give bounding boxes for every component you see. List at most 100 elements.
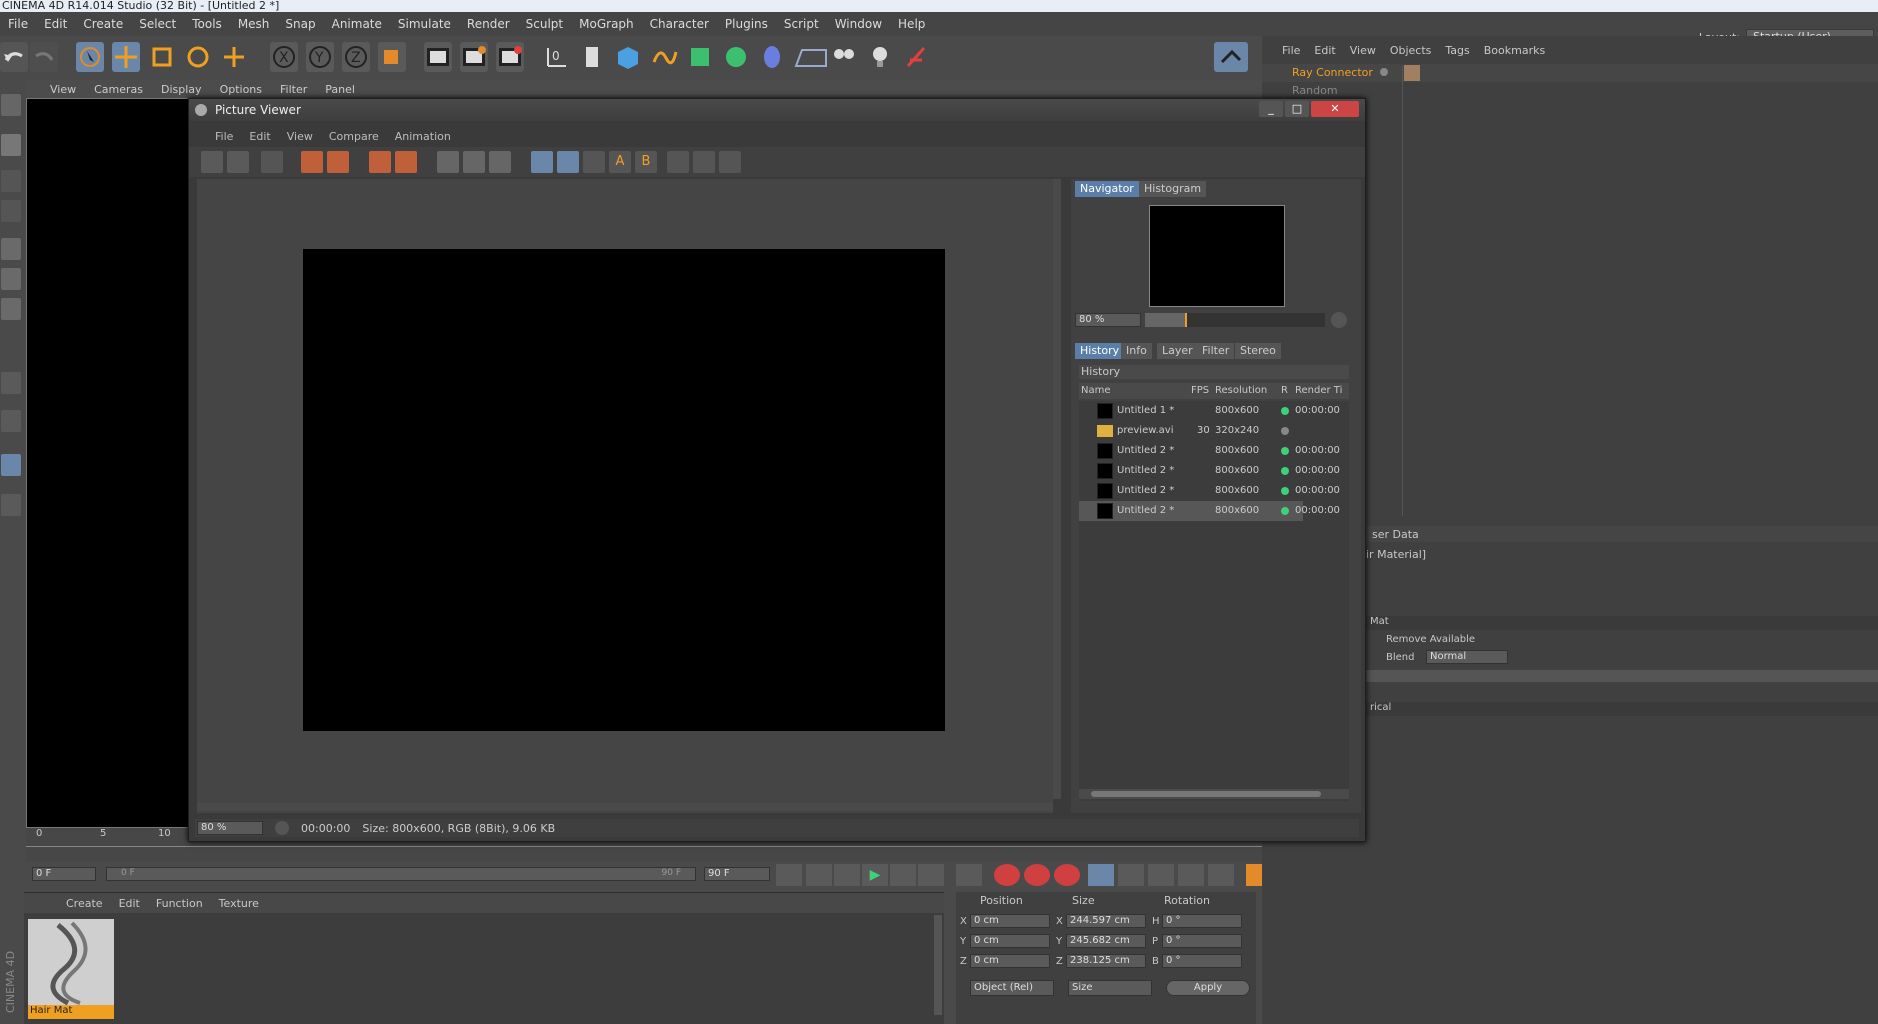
set-b-icon[interactable]: B <box>635 151 657 173</box>
add-tool-icon[interactable] <box>220 42 248 72</box>
navigator-arrow-icon[interactable] <box>1331 312 1347 328</box>
single-view-icon[interactable] <box>437 151 459 173</box>
copy-to-a-icon[interactable] <box>369 151 391 173</box>
coordinate-mode-dropdown[interactable]: Object (Rel) <box>970 980 1054 996</box>
axis-lock-icon[interactable] <box>1214 42 1248 72</box>
obj-menu-file[interactable]: File <box>1282 44 1300 57</box>
canvas-vertical-scrollbar[interactable] <box>1053 179 1061 799</box>
texture-mode-icon[interactable] <box>1 170 21 192</box>
pv-menu-edit[interactable]: Edit <box>249 130 270 143</box>
key-scale-icon[interactable] <box>1118 864 1144 886</box>
viewport-menu-view[interactable]: View <box>50 83 76 96</box>
record-icon[interactable] <box>994 864 1020 886</box>
y-axis-icon[interactable]: Y <box>306 42 334 72</box>
model-mode-icon[interactable] <box>1 134 21 156</box>
size-z-field[interactable]: 238.125 cm <box>1066 954 1146 968</box>
render-region-icon[interactable] <box>301 151 323 173</box>
status-zoom-arrow-icon[interactable] <box>275 821 289 835</box>
size-y-field[interactable]: 245.682 cm <box>1066 934 1146 948</box>
menu-animate[interactable]: Animate <box>324 17 390 31</box>
size-mode-dropdown[interactable]: Size <box>1068 980 1152 996</box>
fullscreen-icon[interactable] <box>531 151 553 173</box>
undo-icon[interactable] <box>0 42 28 72</box>
navigator-preview[interactable] <box>1149 205 1285 307</box>
hair-mat-label[interactable]: Hair Mat <box>28 1005 114 1019</box>
menu-simulate[interactable]: Simulate <box>390 17 459 31</box>
tab-navigator[interactable]: Navigator <box>1075 181 1139 197</box>
end-frame-field[interactable]: 90 F <box>704 867 770 881</box>
material-scrollbar[interactable] <box>934 915 942 1015</box>
live-selection-icon[interactable] <box>76 42 104 72</box>
position-x-field[interactable]: 0 cm <box>970 914 1050 928</box>
key-parameter-icon[interactable] <box>1178 864 1204 886</box>
tab-history[interactable]: History <box>1075 343 1125 359</box>
history-row[interactable]: Untitled 2 * 800x600 00:00:00 <box>1079 481 1340 501</box>
play-icon[interactable]: ▶ <box>862 864 888 886</box>
history-row[interactable]: Untitled 2 * 800x600 00:00:00 <box>1079 461 1340 481</box>
camera-icon[interactable] <box>830 42 858 72</box>
minimize-icon[interactable]: _ <box>1259 101 1283 117</box>
viewport-menu-display[interactable]: Display <box>161 83 202 96</box>
workplane-lock-icon[interactable] <box>1 494 21 516</box>
menu-sculpt[interactable]: Sculpt <box>518 17 571 31</box>
menu-plugins[interactable]: Plugins <box>717 17 776 31</box>
axis-mode-icon[interactable] <box>1 372 21 394</box>
rotation-b-field[interactable]: 0 ° <box>1162 954 1242 968</box>
keyframe-selection-icon[interactable] <box>1054 864 1080 886</box>
col-r[interactable]: R <box>1281 385 1288 396</box>
render-settings-icon[interactable] <box>496 42 524 72</box>
pv-menu-animation[interactable]: Animation <box>395 130 451 143</box>
grid-view-icon[interactable] <box>583 151 605 173</box>
object-row[interactable]: Ray Connector <box>1262 64 1878 82</box>
menu-file[interactable]: File <box>0 17 36 31</box>
pv-menu-view[interactable]: View <box>287 130 313 143</box>
open-icon[interactable] <box>201 151 223 173</box>
set-a-icon[interactable]: A <box>609 151 631 173</box>
close-icon[interactable]: ✕ <box>1311 101 1359 117</box>
viewport-menu-cameras[interactable]: Cameras <box>94 83 143 96</box>
points-mode-icon[interactable] <box>1 238 21 260</box>
start-frame-field[interactable]: 0 F <box>32 867 96 881</box>
size-x-field[interactable]: 244.597 cm <box>1066 914 1146 928</box>
null-object-icon[interactable]: 0 <box>542 42 570 72</box>
tab-histogram[interactable]: Histogram <box>1139 181 1207 197</box>
col-render-time[interactable]: Render Ti <box>1295 385 1342 396</box>
menu-select[interactable]: Select <box>131 17 184 31</box>
viewport-menu-filter[interactable]: Filter <box>280 83 307 96</box>
previous-frame-icon[interactable] <box>834 864 860 886</box>
menu-help[interactable]: Help <box>890 17 933 31</box>
canvas-horizontal-scrollbar[interactable] <box>197 803 1053 811</box>
menu-snap[interactable]: Snap <box>277 17 323 31</box>
menu-character[interactable]: Character <box>642 17 717 31</box>
render-view-icon[interactable] <box>424 42 452 72</box>
go-to-end-icon[interactable] <box>956 864 982 886</box>
light-icon[interactable] <box>866 42 894 72</box>
position-z-field[interactable]: 0 cm <box>970 954 1050 968</box>
workplane-mode-icon[interactable] <box>1 200 21 222</box>
fit-view-icon[interactable] <box>557 151 579 173</box>
menu-edit[interactable]: Edit <box>36 17 75 31</box>
layout-1-icon[interactable] <box>667 151 689 173</box>
history-row[interactable]: Untitled 1 * 800x600 00:00:00 <box>1079 401 1340 421</box>
rotation-p-field[interactable]: 0 ° <box>1162 934 1242 948</box>
layout-2-icon[interactable] <box>693 151 715 173</box>
position-y-field[interactable]: 0 cm <box>970 934 1050 948</box>
obj-menu-bookmarks[interactable]: Bookmarks <box>1484 44 1545 57</box>
blend-dropdown[interactable]: Normal <box>1426 650 1508 664</box>
coordinate-system-icon[interactable] <box>378 42 406 72</box>
render-picture-viewer-icon[interactable] <box>460 42 488 72</box>
menu-render[interactable]: Render <box>459 17 518 31</box>
mat-menu-texture[interactable]: Texture <box>219 897 259 910</box>
menu-script[interactable]: Script <box>776 17 827 31</box>
spline-primitive-icon[interactable] <box>650 42 678 72</box>
history-row[interactable]: Untitled 2 * 800x600 00:00:00 <box>1079 441 1340 461</box>
rotation-h-field[interactable]: 0 ° <box>1162 914 1242 928</box>
mat-menu-function[interactable]: Function <box>156 897 203 910</box>
hair-icon[interactable] <box>902 42 930 72</box>
menu-mograph[interactable]: MoGraph <box>571 17 642 31</box>
apply-button[interactable]: Apply <box>1166 980 1250 996</box>
history-horizontal-scrollbar[interactable] <box>1079 789 1349 799</box>
3d-viewport[interactable] <box>26 98 190 828</box>
tweak-mode-icon[interactable] <box>1 410 21 432</box>
floor-icon[interactable] <box>794 42 828 72</box>
